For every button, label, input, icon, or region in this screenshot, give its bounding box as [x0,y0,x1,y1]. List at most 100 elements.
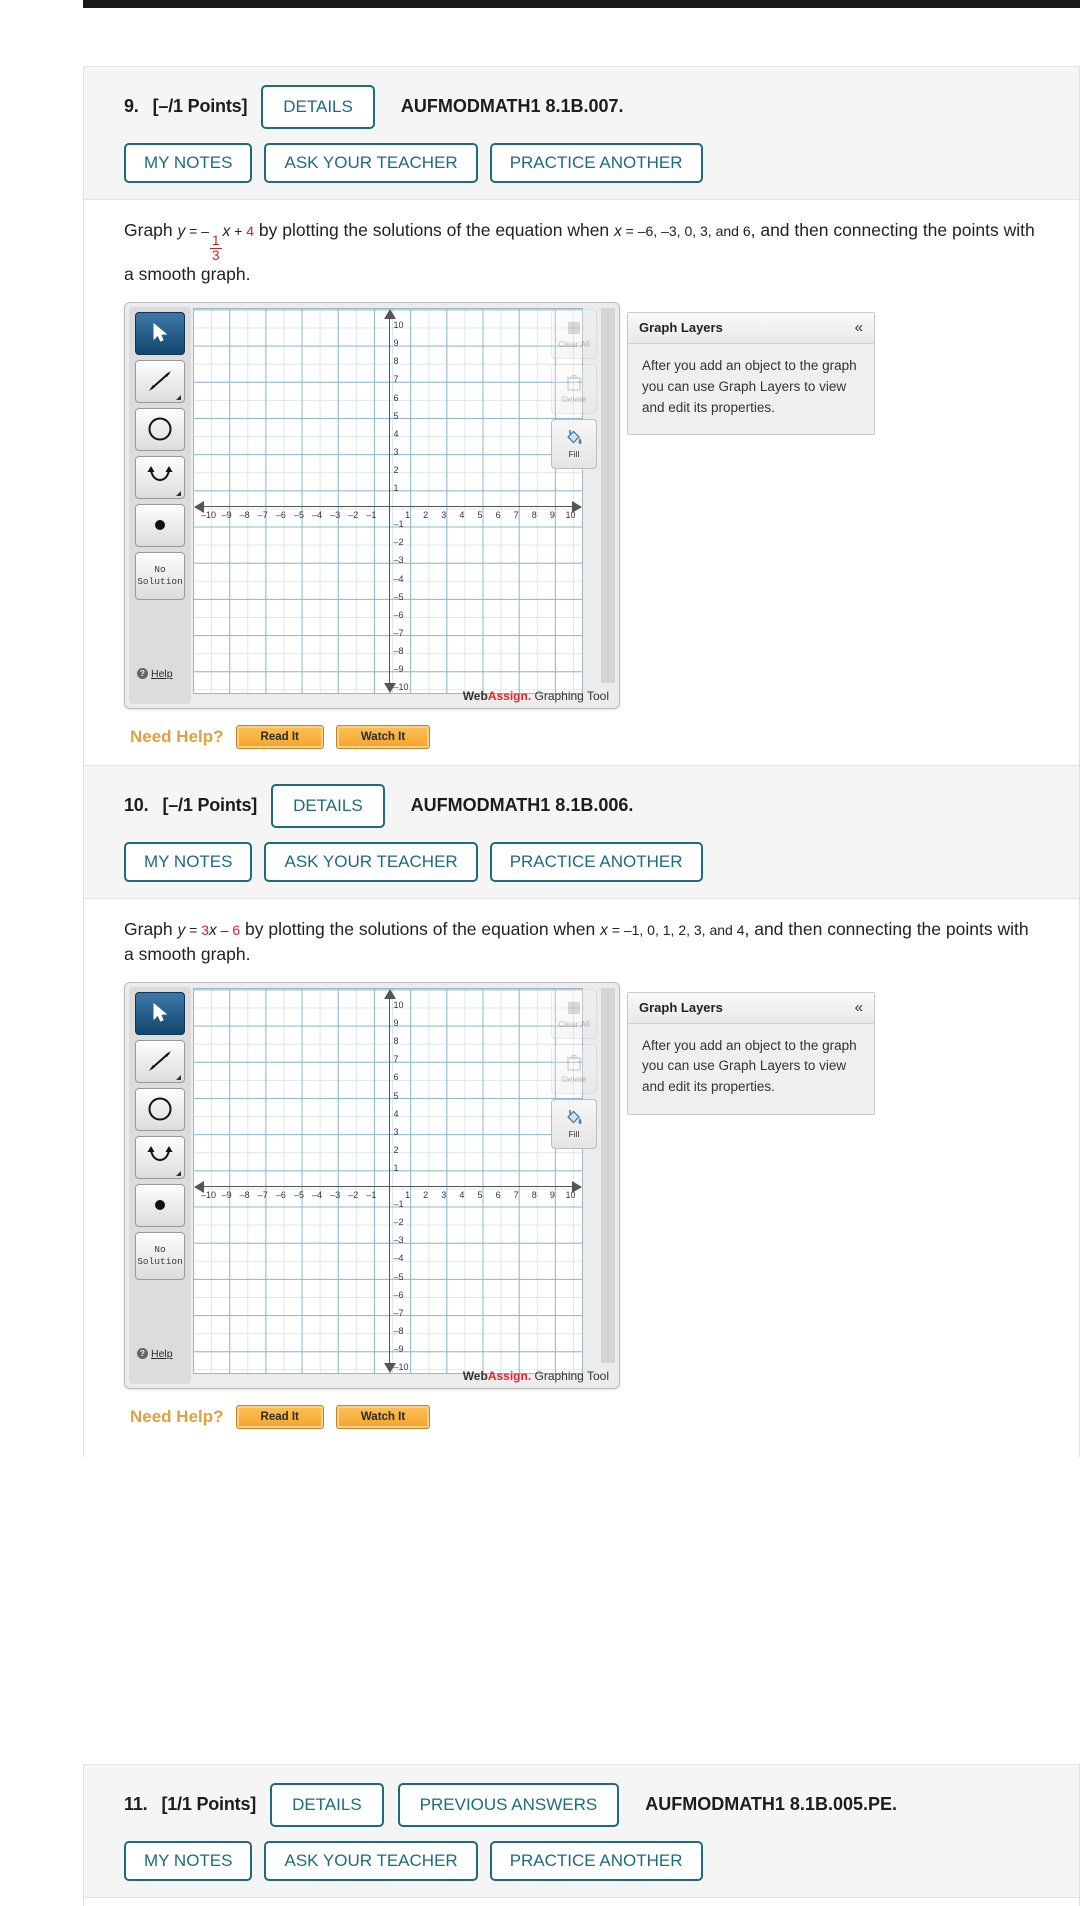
line-tool-more-icon [176,394,181,400]
line-segment-icon [149,371,171,392]
read-it-button-9[interactable]: Read It [235,724,324,749]
brand-assign: Assign. [487,1368,532,1383]
ask-your-teacher-button-10[interactable]: ASK YOUR TEACHER [264,841,478,882]
equation-minus-10: – [216,921,233,938]
question-bottom-spacer-10 [124,1429,1055,1457]
graph-help-link[interactable]: ? Help [137,668,193,680]
clear-all-icon [568,321,580,334]
equation-constant: 4 [246,222,255,239]
read-it-button-10[interactable]: Read It [235,1404,324,1429]
x-tick-label: 7 [513,1190,519,1201]
y-tick-label: 8 [393,356,399,367]
x-axis [202,1185,574,1187]
practice-another-button-10[interactable]: PRACTICE ANOTHER [489,841,703,882]
watch-it-button-9[interactable]: Watch It [335,724,431,749]
line-tool-button[interactable] [135,359,185,403]
y-tick-label: 4 [393,1108,399,1119]
y-tick-label: –8 [393,1325,404,1336]
graph-right-scroll[interactable] [601,987,615,1363]
chevron-left-double-icon[interactable]: « [855,320,863,335]
no-solution-button[interactable]: No Solution [135,551,185,600]
y-tick-label: –2 [393,537,404,548]
x-tick-label: –10 [200,510,217,521]
parabola-tool-button[interactable] [135,455,185,499]
ask-your-teacher-button-9[interactable]: ASK YOUR TEACHER [264,142,478,183]
my-notes-button-10[interactable]: MY NOTES [124,841,253,882]
x-tick-label: –2 [348,1190,359,1201]
graph-layers-panel: Graph Layers « After you add an object t… [627,991,875,1116]
webassign-branding: WebAssign. Graphing Tool [463,1369,609,1383]
details-button-11[interactable]: DETAILS [270,1783,384,1827]
graphing-tool-10: No Solution ? Help –10 –9 –8 –7 –6 –5 –4… [124,981,1055,1389]
y-tick-label: –1 [393,1199,404,1210]
clear-all-button[interactable]: Clear All [551,988,597,1039]
pointer-tool-button[interactable] [135,311,185,355]
x-tick-label: 10 [565,510,576,521]
x-tick-label: 5 [477,1190,483,1201]
question-prompt-10: Graph y = 3x – 6 by plotting the solutio… [124,917,1039,968]
prompt-x-values-10: = –1, 0, 1, 2, 3, and 4 [607,921,745,938]
line-tool-button[interactable] [135,1039,185,1083]
delete-button[interactable]: Delete [551,363,597,414]
fill-label: Fill [568,1128,580,1139]
my-notes-button-11[interactable]: MY NOTES [124,1840,253,1881]
y-axis-up-arrow [384,988,396,999]
graph-tool-panel: No Solution ? Help –10 –9 –8 –7 –6 –5 –4… [124,981,620,1389]
y-tick-label: –6 [393,609,404,620]
x-tick-label: –5 [293,1190,305,1201]
need-help-label: Need Help? [130,726,224,746]
watch-it-button-10[interactable]: Watch It [335,1404,431,1429]
x-tick-label: 3 [441,1190,447,1201]
y-axis [389,996,390,1365]
no-solution-button[interactable]: No Solution [135,1231,185,1280]
fill-button[interactable]: Fill [551,1098,597,1149]
question-code-11: AUFMODMATH1 8.1B.005.PE. [645,1794,897,1815]
brand-web: Web [462,1368,488,1383]
details-button-9[interactable]: DETAILS [261,85,375,129]
x-tick-label: 1 [405,510,411,521]
pointer-tool-button[interactable] [135,991,185,1035]
x-tick-label: –4 [312,1190,323,1201]
need-help-row-9: Need Help? Read It Watch It [124,709,1055,749]
ask-your-teacher-button-11[interactable]: ASK YOUR TEACHER [264,1840,478,1881]
parabola-tool-button[interactable] [135,1135,185,1179]
x-tick-label: –3 [330,1190,341,1201]
y-tick-label: –9 [393,1343,404,1354]
circle-tool-button[interactable] [135,1087,185,1131]
practice-another-button-9[interactable]: PRACTICE ANOTHER [489,142,703,183]
point-tool-button[interactable] [135,503,185,547]
x-tick-label: 6 [495,510,501,521]
chevron-left-double-icon[interactable]: « [855,1000,863,1015]
fraction-denominator: 3 [212,247,220,263]
delete-button[interactable]: Delete [551,1043,597,1094]
point-tool-button[interactable] [135,1183,185,1227]
x-tick-label: –4 [312,510,323,521]
graph-toolbar: No Solution ? Help [129,986,193,1384]
y-tick-label: –7 [393,1307,404,1318]
graph-canvas[interactable]: –10 –9 –8 –7 –6 –5 –4 –3 –2 –1 1 2 3 4 5 6 7 8 9 10 10 9 8 7 6 5 4… [193,307,583,694]
practice-another-button-11[interactable]: PRACTICE ANOTHER [489,1840,703,1881]
clear-all-label: Clear All [558,338,590,349]
details-button-10[interactable]: DETAILS [271,784,385,828]
graph-right-scroll[interactable] [601,307,615,683]
previous-answers-button-11[interactable]: PREVIOUS ANSWERS [397,1783,620,1827]
x-tick-label: 10 [565,1190,576,1201]
x-tick-label: 1 [405,1190,411,1201]
graph-layers-title: Graph Layers [639,319,723,335]
y-tick-label: –4 [393,573,404,584]
parabola-tool-more-icon [176,490,181,496]
y-tick-label: 6 [393,1072,399,1083]
question-points-11: [1/1 Points] [161,1794,257,1815]
circle-tool-button[interactable] [135,407,185,451]
graph-canvas[interactable]: –10 –9 –8 –7 –6 –5 –4 –3 –2 –1 1 2 3 4 5 6 7 8 9 10 10 9 8 7 6 5 4… [193,987,583,1374]
x-tick-label: –8 [239,510,250,521]
my-notes-button-9[interactable]: MY NOTES [124,142,253,183]
clear-all-button[interactable]: Clear All [551,308,597,359]
x-tick-label: 2 [423,510,429,521]
x-tick-label: 7 [513,510,519,521]
fill-button[interactable]: Fill [551,418,597,469]
fill-bucket-icon [567,429,582,444]
graph-help-link[interactable]: ? Help [137,1348,193,1360]
x-tick-label: –7 [257,510,268,521]
question-number-9: 9. [124,96,139,117]
